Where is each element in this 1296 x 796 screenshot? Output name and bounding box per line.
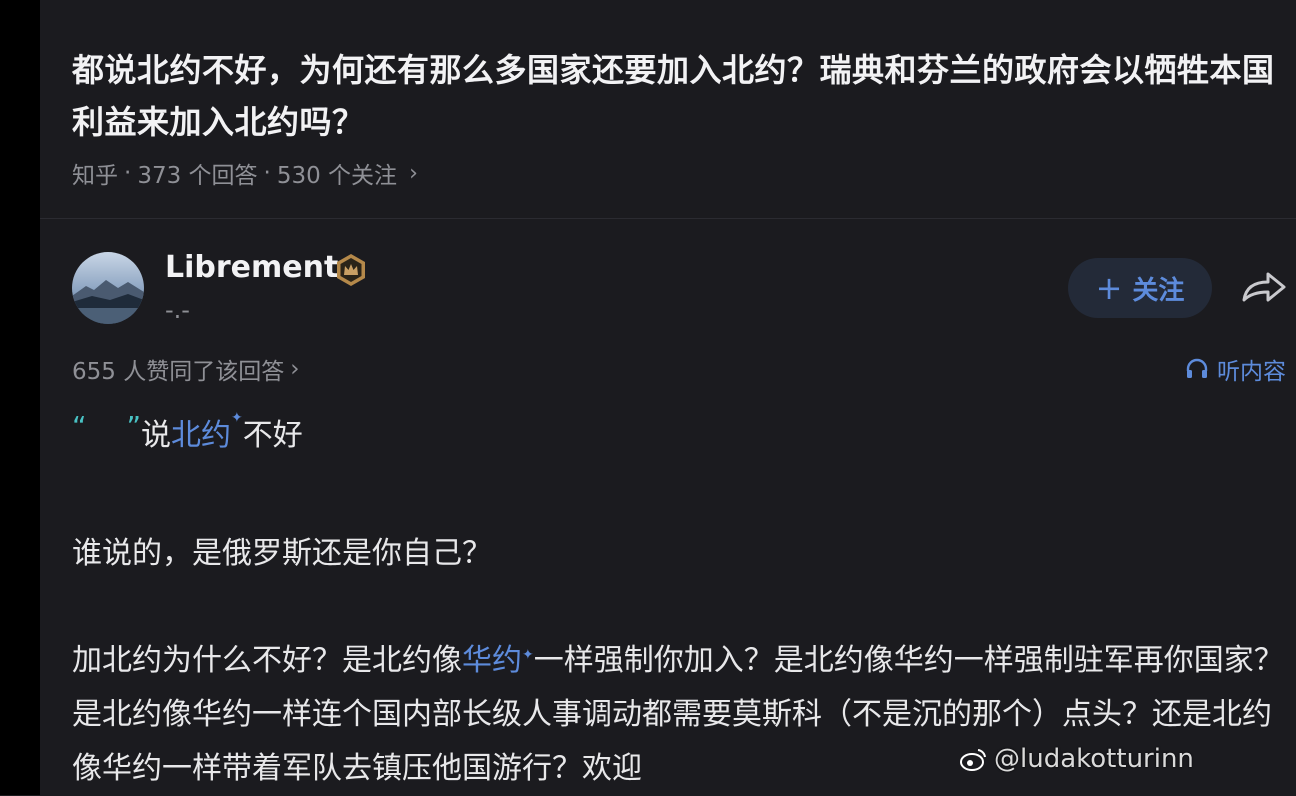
- paragraph-text: 加北约为什么不好？是北约像: [72, 643, 462, 678]
- answer-paragraph: 谁说的，是俄罗斯还是你自己？: [72, 536, 492, 571]
- follower-count: 530 个关注: [276, 163, 398, 189]
- source-label: 知乎: [72, 163, 118, 189]
- quote-text-end: 不好: [242, 418, 303, 453]
- plus-icon: +: [1095, 269, 1123, 307]
- left-edge-bar: [0, 0, 40, 795]
- keyword-link-nato[interactable]: 北约: [171, 410, 231, 454]
- sparkle-icon: ✦: [231, 410, 243, 426]
- close-quote: ”: [126, 410, 142, 443]
- meta-separator: ·: [263, 160, 271, 186]
- vote-summary[interactable]: 655 人赞同了该回答 ›: [72, 352, 299, 386]
- author-name[interactable]: Librement: [165, 250, 338, 285]
- vote-count: 655 人赞同了该回答: [72, 359, 285, 385]
- sparkle-icon: ✦: [522, 647, 534, 663]
- meta-separator: ·: [124, 160, 132, 186]
- chevron-right-icon: ›: [290, 356, 300, 382]
- follow-button[interactable]: + 关注: [1068, 258, 1212, 318]
- headphones-icon: [1186, 358, 1208, 378]
- listen-button[interactable]: 听内容: [1185, 352, 1286, 386]
- listen-label: 听内容: [1217, 359, 1286, 385]
- weibo-watermark: @ludakotturinn: [958, 744, 1194, 774]
- weibo-logo-icon: [960, 749, 986, 771]
- watermark-text: @ludakotturinn: [994, 744, 1194, 774]
- follow-label: 关注: [1132, 275, 1185, 306]
- keyword-link-warsaw-pact[interactable]: 华约: [462, 643, 522, 678]
- question-meta[interactable]: 知乎 · 373 个回答 · 530 个关注 ›: [72, 156, 418, 190]
- share-icon[interactable]: [1240, 268, 1288, 308]
- quote-text: 说: [141, 418, 172, 453]
- divider: [40, 218, 1296, 219]
- open-quote: “: [72, 410, 87, 443]
- author-headline: -.-: [165, 296, 190, 324]
- crown-badge-icon: [337, 254, 365, 286]
- question-title[interactable]: 都说北约不好，为何还有那么多国家还要加入北约？瑞典和芬兰的政府会以牺牲本国利益来…: [72, 44, 1287, 148]
- avatar[interactable]: [72, 252, 144, 324]
- quote-line: “ ” 说 北约 ✦ 不好: [72, 410, 303, 454]
- answer-count: 373 个回答: [137, 163, 258, 189]
- chevron-right-icon: ›: [409, 160, 418, 186]
